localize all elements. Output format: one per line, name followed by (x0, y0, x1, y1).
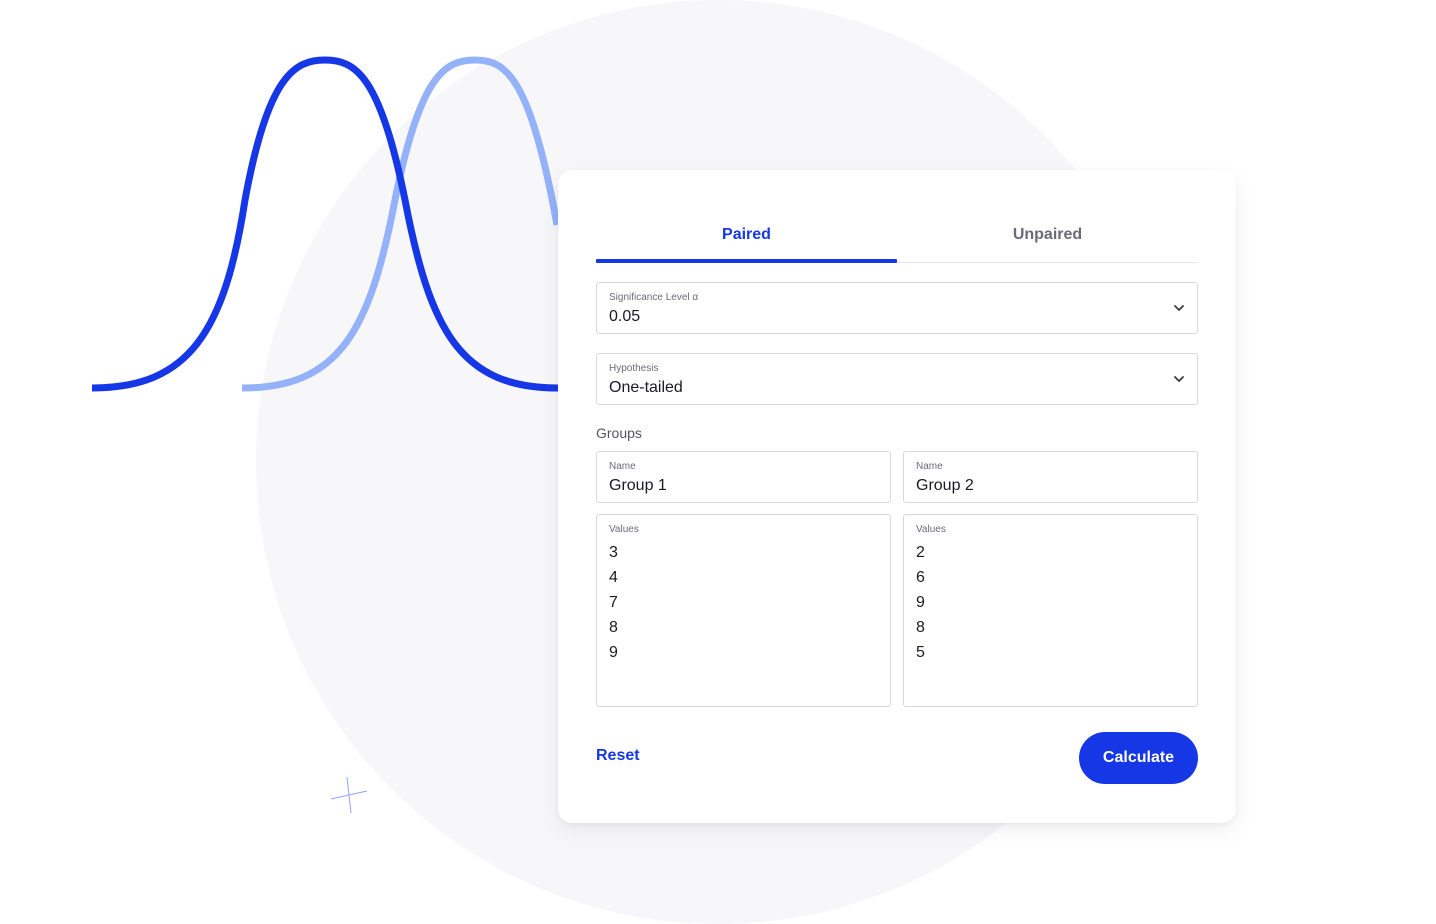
group1-value: 4 (609, 569, 618, 586)
group1-value: 8 (609, 619, 618, 636)
group1-values-list: 3 4 7 8 9 (609, 540, 618, 665)
group2-values-textarea[interactable]: Values 2 6 9 8 5 (903, 514, 1198, 707)
group2-value: 6 (916, 569, 925, 586)
group2-value: 2 (916, 544, 925, 561)
tab-paired[interactable]: Paired (596, 216, 897, 263)
t-test-calculator-card: Paired Unpaired Significance Level α 0.0… (558, 170, 1236, 823)
group2-name-label: Name (916, 461, 943, 472)
significance-level-label: Significance Level α (609, 292, 699, 303)
dark-distribution-curve (91, 56, 559, 392)
chevron-down-icon (1174, 376, 1184, 382)
group2-values-label: Values (916, 524, 946, 535)
hypothesis-select[interactable]: Hypothesis One-tailed (596, 353, 1198, 405)
group1-values-label: Values (609, 524, 639, 535)
test-type-tabs: Paired Unpaired (596, 216, 1198, 263)
tab-unpaired[interactable]: Unpaired (897, 216, 1198, 262)
group2-value: 9 (916, 594, 925, 611)
hypothesis-label: Hypothesis (609, 363, 659, 374)
significance-level-select[interactable]: Significance Level α 0.05 (596, 282, 1198, 334)
group1-name-value: Group 1 (609, 477, 667, 494)
calculate-button[interactable]: Calculate (1079, 732, 1198, 784)
tab-unpaired-label: Unpaired (1012, 226, 1083, 243)
chevron-down-icon (1174, 305, 1184, 311)
crosshair-icon (330, 776, 368, 814)
group1-value: 3 (609, 544, 618, 561)
group1-value: 7 (609, 594, 618, 611)
group2-values-list: 2 6 9 8 5 (916, 540, 925, 665)
reset-button[interactable]: Reset (596, 747, 640, 765)
group1-values-textarea[interactable]: Values 3 4 7 8 9 (596, 514, 891, 707)
app-stage: Paired Unpaired Significance Level α 0.0… (0, 0, 1436, 924)
hypothesis-value: One-tailed (609, 379, 683, 396)
groups-section-label: Groups (596, 425, 642, 441)
group2-value: 8 (916, 619, 925, 636)
group1-name-field[interactable]: Name Group 1 (596, 451, 891, 503)
group1-name-label: Name (609, 461, 636, 472)
light-distribution-curve (241, 56, 561, 392)
group2-value: 5 (916, 644, 925, 661)
significance-level-value: 0.05 (609, 308, 641, 325)
group1-value: 9 (609, 644, 618, 661)
group2-name-value: Group 2 (916, 477, 974, 494)
tab-paired-label: Paired (722, 226, 771, 243)
group2-name-field[interactable]: Name Group 2 (903, 451, 1198, 503)
